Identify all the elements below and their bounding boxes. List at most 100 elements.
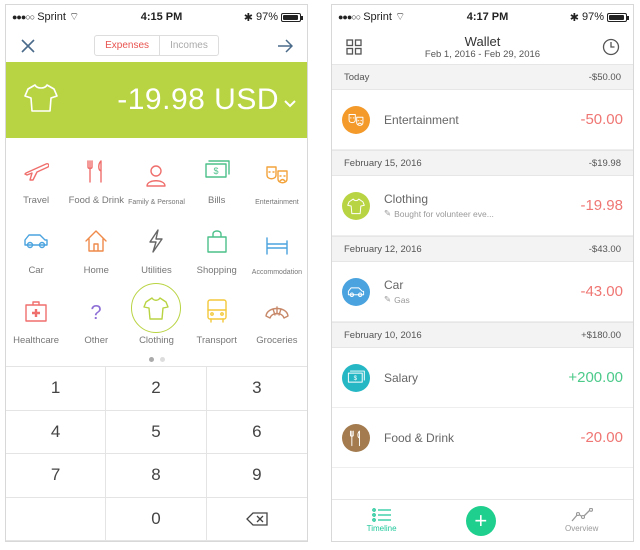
category-label: Home — [83, 265, 109, 276]
note-text: Gas — [394, 294, 410, 305]
battery-icon — [280, 12, 303, 22]
question-icon: ? — [83, 297, 109, 325]
transaction-category: Clothing — [384, 192, 429, 206]
add-transaction-button[interactable]: + — [465, 505, 496, 536]
key-1[interactable]: 1 — [6, 367, 107, 411]
amount-display[interactable]: -19.98 USD — [6, 62, 307, 138]
category-bills[interactable]: $ Bills — [187, 142, 247, 212]
close-icon[interactable] — [16, 34, 40, 58]
category-label: Family & Personal — [128, 199, 185, 206]
tab-expenses[interactable]: Expenses — [95, 36, 161, 55]
transaction-row[interactable]: Car ✎ Gas -43.00 — [332, 262, 633, 322]
chevron-down-icon[interactable] — [283, 83, 297, 117]
bed-icon — [264, 231, 290, 259]
bluetooth-icon: ✱ — [569, 11, 579, 24]
car-icon — [342, 277, 370, 306]
tab-incomes[interactable]: Incomes — [160, 36, 218, 55]
key-8[interactable]: 8 — [106, 454, 207, 498]
category-grid: Travel Food & Drink Family & Personal $ Bill… — [6, 138, 307, 352]
backspace-icon[interactable] — [206, 498, 307, 541]
transaction-row[interactable]: Food & Drink -20.00 — [332, 408, 633, 468]
amount-value: -19.98 USD — [117, 83, 279, 116]
category-entertainment[interactable]: Entertainment — [247, 142, 307, 212]
category-family-personal[interactable]: Family & Personal — [126, 142, 186, 212]
category-label: Bills — [207, 195, 226, 206]
category-travel[interactable]: Travel — [6, 142, 66, 212]
transaction-row[interactable]: Clothing ✎ Bought for volunteer eve... -1… — [332, 176, 633, 236]
key-4[interactable]: 4 — [6, 410, 107, 454]
category-label: Healthcare — [13, 335, 60, 346]
masks-icon — [264, 161, 290, 189]
category-label: Car — [28, 265, 44, 276]
transaction-row[interactable]: $ Salary +200.00 — [332, 348, 633, 408]
clock: 4:15 PM — [140, 11, 183, 23]
list-icon — [371, 508, 391, 522]
category-transport[interactable]: Transport — [187, 282, 247, 352]
bus-icon — [204, 297, 230, 325]
transaction-amount: -43.00 — [580, 283, 623, 300]
person-icon — [143, 161, 169, 189]
clock: 4:17 PM — [466, 11, 509, 23]
tab-timeline[interactable]: Timeline — [367, 508, 397, 533]
category-label: Food & Drink — [68, 195, 124, 206]
category-other[interactable]: ? Other — [66, 282, 126, 352]
battery-icon — [606, 12, 629, 22]
empty-key — [6, 497, 107, 541]
category-utilities[interactable]: Utilities — [126, 212, 186, 282]
arrow-right-icon[interactable] — [273, 34, 297, 58]
date-header: February 10, 2016 +$180.00 — [332, 322, 633, 348]
tab-timeline-label: Timeline — [366, 524, 397, 533]
key-0[interactable]: 0 — [106, 497, 207, 541]
key-2[interactable]: 2 — [106, 367, 207, 411]
house-icon — [83, 227, 109, 255]
grid-icon[interactable] — [342, 35, 366, 59]
category-label: Shopping — [196, 265, 237, 276]
numeric-keypad: 123 456 7890 — [6, 366, 307, 541]
date-header: Today -$50.00 — [332, 64, 633, 90]
bag-icon — [204, 227, 230, 255]
tab-overview[interactable]: Overview — [565, 508, 598, 533]
category-car[interactable]: Car — [6, 212, 66, 282]
date-label: February 15, 2016 — [344, 157, 422, 169]
transaction-row[interactable]: Entertainment -50.00 — [332, 90, 633, 150]
status-bar: ●●●○○ Sprint ⌔ 4:15 PM ✱ 97% — [6, 5, 307, 29]
category-home[interactable]: Home — [66, 212, 126, 282]
transaction-amount: -50.00 — [580, 111, 623, 128]
key-9[interactable]: 9 — [206, 454, 307, 498]
transaction-category: Car — [384, 278, 404, 292]
status-bar: ●●●○○ Sprint ⌔ 4:17 PM ✱ 97% — [332, 5, 633, 29]
clock-icon[interactable] — [599, 35, 623, 59]
pencil-icon: ✎ — [384, 294, 392, 304]
tab-overview-label: Overview — [565, 524, 599, 533]
category-groceries[interactable]: Groceries — [247, 282, 307, 352]
date-header: February 12, 2016 -$43.00 — [332, 236, 633, 262]
add-expense-screen: ●●●○○ Sprint ⌔ 4:15 PM ✱ 97% Expenses Incom… — [5, 4, 308, 542]
key-3[interactable]: 3 — [206, 367, 307, 411]
type-segmented-control: Expenses Incomes — [94, 35, 219, 56]
transaction-note: ✎ Bought for volunteer eve... — [384, 208, 580, 219]
category-label: Transport — [196, 335, 237, 346]
battery-label: 97% — [255, 11, 278, 23]
carrier-label: Sprint — [363, 11, 392, 23]
category-accommodation[interactable]: Accommodation — [247, 212, 307, 282]
bolt-icon — [143, 227, 169, 255]
category-clothing[interactable]: Clothing — [126, 282, 186, 352]
category-food-drink[interactable]: Food & Drink — [66, 142, 126, 212]
date-range[interactable]: Feb 1, 2016 - Feb 29, 2016 — [425, 49, 540, 60]
note-text: Bought for volunteer eve... — [394, 208, 494, 219]
transaction-category: Salary — [384, 370, 419, 385]
date-header: February 15, 2016 -$19.98 — [332, 150, 633, 176]
category-label: Entertainment — [255, 199, 299, 206]
trend-icon — [571, 508, 593, 522]
key-6[interactable]: 6 — [206, 411, 307, 454]
svg-text:$: $ — [354, 375, 358, 382]
date-label: February 12, 2016 — [344, 243, 422, 255]
battery-label: 97% — [581, 11, 604, 23]
money-icon: $ — [342, 363, 370, 392]
key-5[interactable]: 5 — [106, 410, 207, 454]
category-healthcare[interactable]: Healthcare — [6, 282, 66, 352]
category-label: Groceries — [256, 335, 298, 346]
category-shopping[interactable]: Shopping — [187, 212, 247, 282]
transaction-category: Food & Drink — [384, 430, 455, 445]
key-7[interactable]: 7 — [6, 454, 107, 498]
